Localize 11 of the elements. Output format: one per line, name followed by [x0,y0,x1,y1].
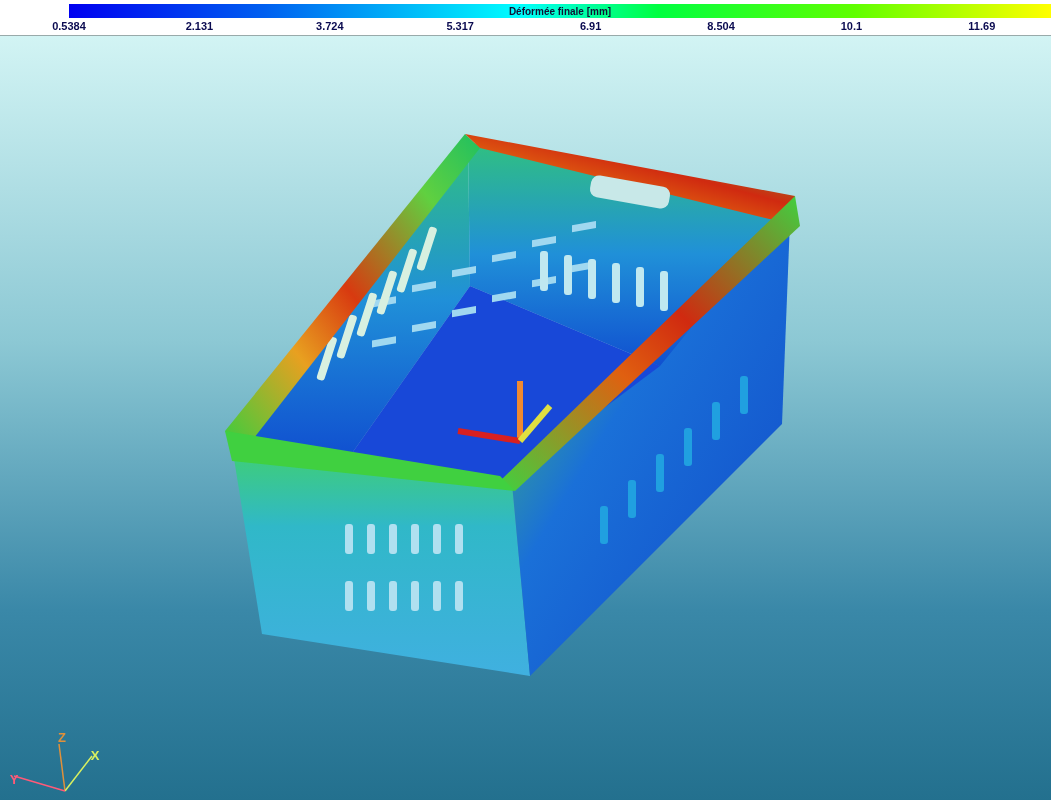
axis-label: Z [58,730,66,745]
scale-tick-label: 6.91 [579,20,602,32]
axis-label: X [90,748,100,763]
scale-tick-label: 8.504 [707,20,735,32]
scale-tick-label: 10.1 [840,20,863,32]
scale-tick-label: 11.69 [968,20,996,32]
scale-tick-label: 3.724 [316,20,344,32]
scale-tick-label: 5.317 [446,20,474,32]
scale-tick-label: 2.131 [185,20,214,32]
legend-title: Déformée finale [mm] [508,5,612,17]
scale-tick-label: 0.5384 [52,20,86,32]
